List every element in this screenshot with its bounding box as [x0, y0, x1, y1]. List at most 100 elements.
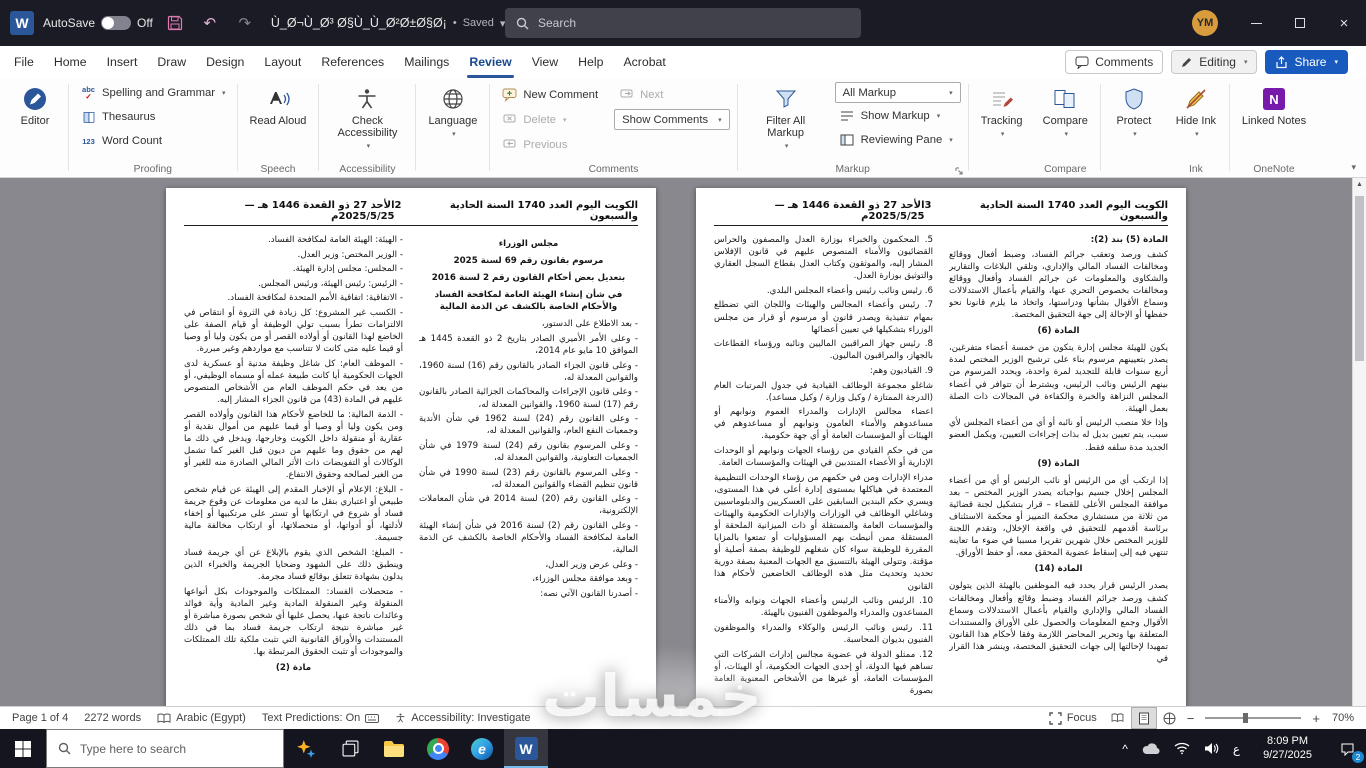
paragraph: وإذا خلا منصب الرئيس أو نائبه أو أي من أ… — [949, 418, 1168, 453]
tab-view[interactable]: View — [522, 46, 568, 78]
page-header: الكويت اليوم العدد 1740 السنة الحادية وا… — [714, 200, 1168, 226]
autosave-control[interactable]: AutoSave Off — [43, 16, 153, 30]
protect-button[interactable]: Protect ▾ — [1108, 82, 1160, 138]
dialog-launcher-icon[interactable] — [955, 167, 963, 175]
page-indicator[interactable]: Page 1 of 4 — [4, 707, 76, 729]
all-markup-select[interactable]: All Markup ▾ — [834, 82, 961, 103]
chevron-down-icon: ▾ — [563, 116, 567, 124]
language-button[interactable]: Language ▾ — [423, 82, 482, 138]
undo-button[interactable]: ↶ — [197, 9, 223, 37]
edge-button[interactable]: e — [460, 729, 504, 768]
tracking-button[interactable]: Tracking ▾ — [976, 82, 1028, 138]
delete-comment-button[interactable]: Delete ▾ — [497, 109, 602, 131]
input-language-indicator[interactable]: ع — [1226, 729, 1247, 768]
word-count-button[interactable]: 123 Word Count — [76, 130, 166, 152]
paragraph: - بعد الاطلاع على الدستور، — [541, 319, 638, 330]
word-taskbar-button[interactable]: W — [504, 729, 548, 768]
linked-notes-button[interactable]: N Linked Notes — [1237, 82, 1311, 127]
save-button[interactable] — [162, 9, 188, 37]
tab-mailings[interactable]: Mailings — [394, 46, 459, 78]
spelling-grammar-button[interactable]: abc ✓ Spelling and Grammar ▾ — [76, 82, 230, 104]
action-center-button[interactable]: 2 — [1328, 729, 1366, 768]
tab-references[interactable]: References — [311, 46, 394, 78]
pencil-icon — [1182, 58, 1192, 67]
editor-button[interactable]: Editor — [9, 82, 61, 127]
chrome-button[interactable] — [416, 729, 460, 768]
previous-comment-button[interactable]: Previous — [497, 134, 602, 156]
reviewing-pane-button[interactable]: Reviewing Pane ▾ — [835, 129, 957, 151]
tab-review[interactable]: Review — [459, 46, 521, 78]
search-highlights-icon[interactable] — [284, 729, 328, 768]
task-view-button[interactable] — [328, 729, 372, 768]
paragraph: مرسوم بقانون رقم 69 لسنة 2025 — [453, 256, 604, 267]
text-predictions-icon — [365, 713, 380, 723]
document-page[interactable]: الكويت اليوم العدد 1740 السنة الحادية وا… — [166, 188, 656, 706]
focus-button[interactable]: Focus — [1041, 707, 1105, 729]
redo-button[interactable]: ↷ — [232, 9, 258, 37]
vertical-scrollbar[interactable]: ▲ — [1352, 178, 1366, 706]
proofing-status[interactable]: Arabic (Egypt) — [149, 707, 254, 729]
print-layout-button[interactable] — [1130, 707, 1157, 729]
word-count-icon: 123 — [82, 136, 95, 146]
zoom-in-button[interactable]: + — [1308, 711, 1324, 726]
avatar[interactable]: YM — [1192, 10, 1218, 36]
taskbar-search[interactable]: Type here to search — [46, 729, 284, 768]
network-tray-button[interactable] — [1167, 729, 1197, 768]
start-button[interactable] — [0, 729, 46, 768]
scroll-up-icon[interactable]: ▲ — [1353, 181, 1366, 188]
compare-button[interactable]: Compare ▾ — [1038, 82, 1093, 138]
hidden-icons-button[interactable]: ^ — [1115, 729, 1135, 768]
tab-layout[interactable]: Layout — [254, 46, 311, 78]
tracking-icon — [989, 86, 1015, 112]
filter-all-markup-button[interactable]: Filter All Markup ▾ — [745, 82, 827, 150]
zoom-out-button[interactable]: − — [1183, 711, 1199, 726]
chevron-down-icon: ▾ — [1064, 131, 1069, 138]
zoom-slider-thumb[interactable] — [1243, 713, 1249, 723]
show-markup-button[interactable]: Show Markup ▾ — [835, 105, 945, 127]
accessibility-status[interactable]: Accessibility: Investigate — [387, 707, 538, 729]
tab-help[interactable]: Help — [568, 46, 613, 78]
previous-comment-label: Previous — [523, 138, 568, 151]
comments-button[interactable]: Comments — [1065, 50, 1164, 74]
close-button[interactable]: × — [1322, 0, 1366, 46]
check-accessibility-button[interactable]: Check Accessibility ▾ — [326, 82, 408, 150]
web-layout-button[interactable] — [1158, 708, 1182, 728]
titlebar-search[interactable]: Search — [505, 8, 861, 38]
reviewing-pane-label: Reviewing Pane — [860, 134, 943, 146]
paragraph: - الذمة المالية: ما للخاضع لأحكام هذا ال… — [184, 409, 403, 481]
tab-design[interactable]: Design — [196, 46, 254, 78]
text-predictions-indicator[interactable]: Text Predictions: On — [254, 707, 387, 729]
hide-ink-button[interactable]: Hide Ink ▾ — [1170, 82, 1222, 138]
next-comment-button[interactable]: Next — [614, 84, 730, 106]
document-canvas[interactable]: الكويت اليوم العدد 1740 السنة الحادية وا… — [0, 178, 1352, 706]
thesaurus-button[interactable]: Thesaurus — [76, 106, 159, 128]
share-button[interactable]: Share ▾ — [1265, 50, 1348, 74]
zoom-slider[interactable] — [1205, 713, 1302, 723]
collapse-ribbon-button[interactable]: ▾ — [1351, 162, 1356, 173]
tab-draw[interactable]: Draw — [147, 46, 196, 78]
document-page[interactable]: الكويت اليوم العدد 1740 السنة الحادية وا… — [696, 188, 1186, 706]
document-title[interactable]: Ù_Ø¬Ù_Ø³ Ø§Ù_Ù_Ø²Ø±Ø§Ø¡ • Saved ▾ — [271, 16, 506, 30]
volume-tray-button[interactable] — [1197, 729, 1226, 768]
read-mode-button[interactable] — [1106, 708, 1130, 728]
editing-mode-button[interactable]: Editing ▾ — [1171, 50, 1258, 74]
filter-all-markup-label: Filter All Markup — [766, 115, 806, 139]
file-explorer-button[interactable] — [372, 729, 416, 768]
tab-acrobat[interactable]: Acrobat — [613, 46, 675, 78]
word-app-icon[interactable]: W — [10, 11, 34, 35]
word-count-indicator[interactable]: 2272 words — [76, 707, 149, 729]
show-comments-button[interactable]: Show Comments ▾ — [614, 109, 730, 130]
onedrive-tray-button[interactable] — [1135, 729, 1167, 768]
minimize-button[interactable] — [1234, 0, 1278, 46]
tab-insert[interactable]: Insert — [97, 46, 148, 78]
paragraph: شاغلو مجموعة الوظائف القيادية في جدول ال… — [714, 380, 933, 403]
autosave-toggle[interactable] — [101, 16, 132, 30]
maximize-button[interactable] — [1278, 0, 1322, 46]
tab-file[interactable]: File — [4, 46, 44, 78]
read-aloud-button[interactable]: Read Aloud — [245, 82, 312, 127]
zoom-level[interactable]: 70% — [1324, 707, 1362, 729]
tab-home[interactable]: Home — [44, 46, 97, 78]
new-comment-button[interactable]: New Comment — [497, 84, 602, 106]
clock[interactable]: 8:09 PM 9/27/2025 — [1247, 729, 1328, 768]
scrollbar-thumb[interactable] — [1355, 196, 1364, 361]
